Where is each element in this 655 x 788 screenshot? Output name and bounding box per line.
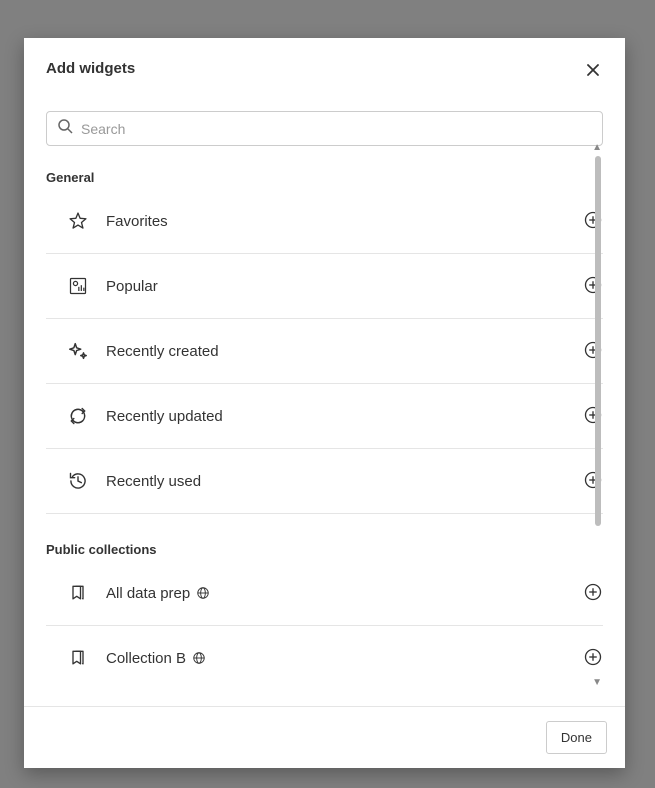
history-icon: [66, 469, 90, 493]
done-button[interactable]: Done: [546, 721, 607, 754]
globe-icon: [192, 651, 206, 665]
list-item: Collection B: [46, 626, 603, 690]
add-widgets-modal: Add widgets General: [24, 38, 625, 768]
scroll-down-arrow[interactable]: ▼: [592, 677, 602, 688]
modal-footer: Done: [24, 706, 625, 768]
list-item: All data prep: [46, 561, 603, 626]
widget-label: Favorites: [106, 213, 583, 230]
section-title: Public collections: [46, 542, 603, 557]
search-field[interactable]: [46, 111, 603, 146]
widget-label: Recently updated: [106, 408, 583, 425]
widget-label: Recently used: [106, 473, 583, 490]
scrollbar-thumb[interactable]: [595, 156, 601, 526]
search-input[interactable]: [81, 121, 592, 137]
widget-label: Collection B: [106, 650, 583, 667]
list-item: Recently updated: [46, 384, 603, 449]
close-icon: [585, 66, 601, 81]
section-title: General: [46, 170, 603, 185]
plus-circle-icon: [583, 582, 603, 605]
modal-header: Add widgets: [24, 38, 625, 93]
sparkle-icon: [66, 339, 90, 363]
widget-label: Popular: [106, 278, 583, 295]
plus-circle-icon: [583, 647, 603, 670]
refresh-icon: [66, 404, 90, 428]
scroll-up-arrow[interactable]: ▲: [592, 142, 602, 153]
add-button[interactable]: [583, 582, 603, 605]
star-icon: [66, 209, 90, 233]
close-button[interactable]: [583, 60, 603, 83]
section-public-collections: Public collections All data prep: [46, 542, 603, 690]
widget-label: All data prep: [106, 585, 583, 602]
list-item: Popular: [46, 254, 603, 319]
section-general: General Favorites: [46, 170, 603, 514]
popular-icon: [66, 274, 90, 298]
list-item: Recently used: [46, 449, 603, 514]
add-button[interactable]: [583, 647, 603, 670]
globe-icon: [196, 586, 210, 600]
list-item: Favorites: [46, 189, 603, 254]
modal-body: General Favorites: [24, 93, 625, 706]
collection-icon: [66, 646, 90, 670]
search-icon: [57, 118, 81, 139]
modal-title: Add widgets: [46, 60, 135, 77]
widget-label: Recently created: [106, 343, 583, 360]
collection-icon: [66, 581, 90, 605]
list-item: Recently created: [46, 319, 603, 384]
